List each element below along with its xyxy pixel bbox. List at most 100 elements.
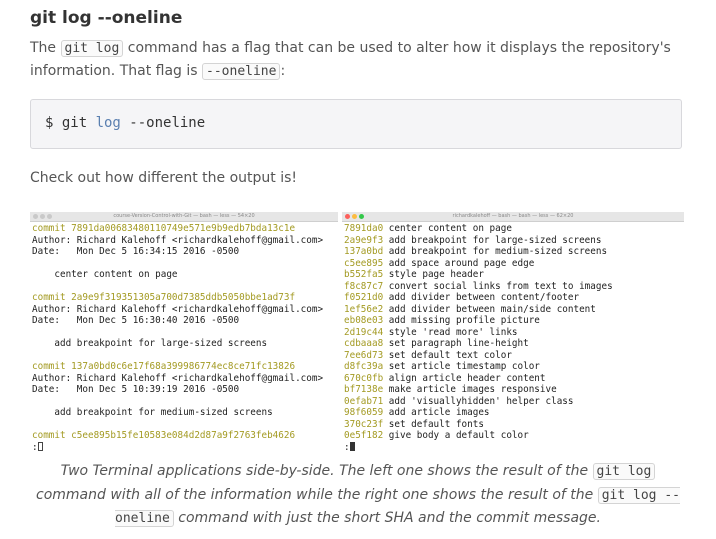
left-terminal-line bbox=[32, 419, 338, 431]
left-terminal-line: Author: Richard Kalehoff <richardkalehof… bbox=[32, 372, 324, 384]
command-text: $ git log --oneline bbox=[45, 115, 205, 131]
commit-sha: 137a0bd bbox=[344, 246, 384, 257]
left-terminal-prompt[interactable]: : bbox=[32, 441, 338, 454]
oneline-entry: c5ee895 add space around page edge bbox=[344, 258, 684, 270]
left-terminal-line: add breakpoint for medium-sized screens bbox=[32, 407, 273, 418]
commit-sha: 2d19c44 bbox=[344, 326, 384, 338]
commit-message: add 'visuallyhidden' helper class bbox=[383, 395, 574, 407]
left-terminal-line: commit 7891da00683480110749e571e9b9edb7b… bbox=[32, 223, 296, 234]
left-terminal-line: commit c5ee895b15fe10583e084d2d87a9f2763… bbox=[32, 430, 296, 441]
left-terminal-line bbox=[32, 281, 338, 293]
commit-sha: 1ef56e2 bbox=[344, 303, 384, 315]
commit-sha: 7ee6d73 bbox=[344, 349, 384, 361]
left-terminal-line: commit 137a0bd0c6e17f68a399986774ec8ce71… bbox=[32, 361, 296, 372]
inline-code-oneline: --oneline bbox=[202, 63, 281, 80]
oneline-entry: 0efab71 add 'visuallyhidden' helper clas… bbox=[344, 396, 684, 408]
oneline-entry: 670c0fb align article header content bbox=[344, 373, 684, 385]
left-terminal-line bbox=[32, 396, 338, 408]
oneline-entry: bf7138e make article images responsive bbox=[344, 384, 684, 396]
commit-sha: 670c0fb bbox=[344, 372, 384, 384]
right-terminal-window: richardkalehoff — bash — bash — less — 6… bbox=[342, 212, 684, 453]
left-terminal-line: commit 2a9e9f319351305a700d7385ddb5050bb… bbox=[32, 292, 296, 303]
right-terminal-output: 7891da0 center content on page 2a9e9f3 ad… bbox=[342, 222, 684, 453]
commit-sha: f8c87c7 bbox=[344, 280, 384, 292]
oneline-entry: 98f6059 add article images bbox=[344, 407, 684, 419]
oneline-entry: 137a0bd add breakpoint for medium-sized … bbox=[344, 246, 684, 258]
left-terminal-line: Date: Mon Dec 5 16:30:40 2016 -0500 bbox=[32, 315, 240, 326]
commit-sha: cdbaaa8 bbox=[344, 338, 384, 349]
intro-text-2: command has a flag that can be used to a… bbox=[30, 40, 671, 79]
left-terminal-line bbox=[32, 258, 338, 270]
oneline-entry: 7891da0 center content on page bbox=[344, 223, 684, 235]
figure-caption: Two Terminal applications side-by-side. … bbox=[30, 460, 686, 531]
commit-message: add divider between main/side content bbox=[383, 303, 596, 315]
commit-message: add missing profile picture bbox=[383, 315, 540, 326]
left-terminal-titlebar: course-Version-Control-with-Git — bash —… bbox=[30, 212, 338, 222]
oneline-entry: 7ee6d73 set default text color bbox=[344, 350, 684, 362]
caption-text-1: Two Terminal applications side-by-side. … bbox=[60, 463, 593, 479]
commit-sha: 370c23f bbox=[344, 418, 384, 430]
left-terminal-line: Date: Mon Dec 5 10:39:19 2016 -0500 bbox=[32, 384, 240, 395]
left-terminal-line bbox=[32, 327, 338, 339]
left-terminal-line: Date: Mon Dec 5 16:34:15 2016 -0500 bbox=[32, 246, 240, 257]
commit-sha: 7891da0 bbox=[344, 223, 384, 234]
commit-message: make article images responsive bbox=[383, 384, 557, 395]
commit-message: align article header content bbox=[383, 372, 546, 384]
inline-code-git-log: git log bbox=[60, 40, 124, 57]
oneline-entry: 2d19c44 style 'read more' links bbox=[344, 327, 684, 339]
commit-sha: f0521d0 bbox=[344, 292, 384, 303]
oneline-entry: 370c23f set default fonts bbox=[344, 419, 684, 431]
commit-message: style 'read more' links bbox=[383, 326, 518, 338]
command-prompt: $ git bbox=[45, 115, 96, 131]
command-code-block: $ git log --oneline bbox=[30, 99, 682, 149]
oneline-entry: 2a9e9f3 add breakpoint for large-sized s… bbox=[344, 235, 684, 247]
left-terminal-line: Author: Richard Kalehoff <richardkalehof… bbox=[32, 303, 324, 315]
oneline-entry: d8fc39a set article timestamp color bbox=[344, 361, 684, 373]
intro-paragraph: The git log command has a flag that can … bbox=[30, 37, 680, 83]
oneline-entry: f8c87c7 convert social links from text t… bbox=[344, 281, 684, 293]
commit-sha: bf7138e bbox=[344, 384, 384, 395]
commit-sha: eb08e03 bbox=[344, 315, 384, 326]
command-keyword: log bbox=[95, 115, 121, 131]
oneline-entry: eb08e03 add missing profile picture bbox=[344, 315, 684, 327]
commit-sha: 2a9e9f3 bbox=[344, 234, 384, 246]
cursor-icon bbox=[37, 441, 43, 451]
commit-message: convert social links from text to images bbox=[383, 280, 613, 292]
caption-text-3: command with just the short SHA and the … bbox=[173, 510, 601, 526]
caption-code-git-log: git log bbox=[592, 463, 656, 480]
oneline-entry: cdbaaa8 set paragraph line-height bbox=[344, 338, 684, 350]
right-terminal-titlebar: richardkalehoff — bash — bash — less — 6… bbox=[342, 212, 684, 222]
cursor-icon bbox=[349, 441, 355, 451]
left-terminal-line: center content on page bbox=[32, 269, 178, 280]
commit-message: style page header bbox=[383, 269, 484, 280]
commit-message: give body a default color bbox=[383, 430, 529, 441]
oneline-entry: 0e5f182 give body a default color bbox=[344, 430, 684, 442]
left-terminal-line: add breakpoint for large-sized screens bbox=[32, 338, 268, 349]
command-rest: --oneline bbox=[120, 115, 206, 131]
commit-message: add space around page edge bbox=[383, 257, 535, 269]
commit-sha: 98f6059 bbox=[344, 407, 384, 418]
commit-sha: b552fa5 bbox=[344, 269, 384, 280]
caption-text-2: command with all of the information whil… bbox=[36, 486, 598, 503]
commit-message: set paragraph line-height bbox=[383, 338, 529, 349]
commit-message: center content on page bbox=[383, 223, 512, 234]
oneline-entry: 1ef56e2 add divider between main/side co… bbox=[344, 304, 684, 316]
oneline-entry: b552fa5 style page header bbox=[344, 269, 684, 281]
section-heading: git log --oneline bbox=[30, 8, 183, 28]
left-terminal-line: Author: Richard Kalehoff <richardkalehof… bbox=[32, 234, 324, 246]
check-out-text: Check out how different the output is! bbox=[30, 170, 297, 186]
commit-sha: 0efab71 bbox=[344, 395, 384, 407]
left-terminal-title: course-Version-Control-with-Git — bash —… bbox=[113, 213, 255, 219]
commit-message: add breakpoint for medium-sized screens bbox=[383, 246, 608, 257]
left-terminal-line bbox=[32, 350, 338, 362]
commit-sha: 0e5f182 bbox=[344, 430, 384, 441]
left-terminal-window: course-Version-Control-with-Git — bash —… bbox=[30, 212, 338, 453]
commit-message: set default text color bbox=[383, 349, 512, 361]
commit-sha: d8fc39a bbox=[344, 361, 384, 372]
commit-message: add divider between content/footer bbox=[383, 292, 580, 303]
commit-message: set article timestamp color bbox=[383, 361, 540, 372]
intro-text-1: The bbox=[30, 40, 61, 56]
right-terminal-prompt[interactable]: : bbox=[344, 441, 684, 454]
right-terminal-title: richardkalehoff — bash — bash — less — 6… bbox=[452, 213, 574, 219]
commit-message: add breakpoint for large-sized screens bbox=[383, 234, 602, 246]
